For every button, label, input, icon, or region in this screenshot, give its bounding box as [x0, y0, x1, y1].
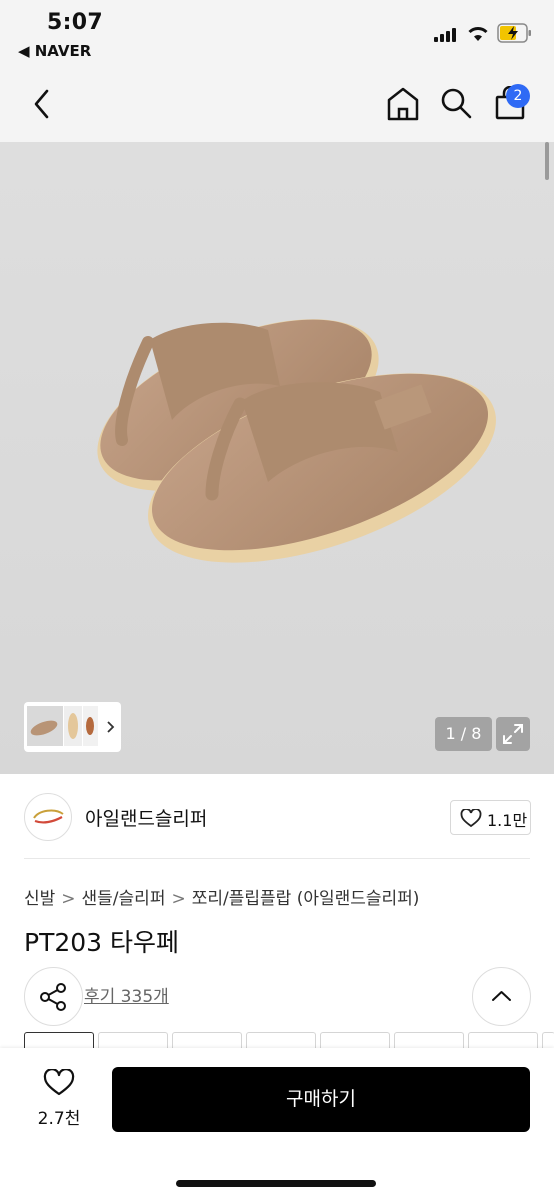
scroll-up-button[interactable] [472, 967, 531, 1026]
breadcrumb-item-flipflops[interactable]: 쪼리/플립플랍 (아일랜드슬리퍼) [192, 889, 420, 909]
expand-icon [503, 724, 523, 744]
buy-button[interactable]: 구매하기 [112, 1067, 530, 1132]
wishlist-count: 2.7천 [37, 1109, 81, 1129]
thumbnail-images [27, 706, 115, 746]
sandals-image [97, 319, 496, 563]
chevron-up-icon [492, 991, 511, 1001]
expand-button[interactable] [496, 717, 530, 751]
breadcrumb-separator: > [171, 889, 186, 909]
breadcrumb: 신발 > 샌들/슬리퍼 > 쪼리/플립플랍 (아일랜드슬리퍼) [24, 884, 419, 909]
status-time: 5:07 [47, 10, 103, 35]
share-button[interactable] [24, 967, 83, 1026]
product-image[interactable] [0, 142, 554, 774]
section-divider [24, 858, 530, 859]
image-counter: 1 / 8 [435, 717, 492, 751]
page-scrollbar[interactable] [545, 142, 549, 180]
cart-count-badge: 2 [506, 84, 530, 108]
brand-logo[interactable] [24, 793, 72, 841]
reviews-link[interactable]: 후기 335개 [84, 982, 169, 1007]
brand-name[interactable]: 아일랜드슬리퍼 [85, 804, 207, 831]
battery-charging-icon [497, 23, 531, 43]
heart-icon [460, 809, 482, 828]
brand-like-count: 1.1만 [487, 811, 528, 830]
back-arrow-icon[interactable] [28, 88, 56, 120]
home-indicator[interactable] [176, 1180, 376, 1187]
product-title: PT203 타우페 [24, 928, 180, 957]
wifi-icon [468, 27, 488, 41]
wishlist-heart-icon[interactable] [43, 1069, 75, 1097]
search-icon[interactable] [440, 87, 472, 119]
brand-like-button[interactable]: 1.1만 [450, 800, 531, 835]
breadcrumb-separator: > [61, 889, 76, 909]
breadcrumb-item-shoes[interactable]: 신발 [24, 889, 55, 909]
brand-logo-graphic [33, 809, 64, 824]
back-to-app-link[interactable]: ◀ NAVER [18, 42, 91, 60]
image-thumbnail-strip[interactable] [24, 702, 121, 752]
share-icon [40, 983, 66, 1011]
home-icon[interactable] [386, 86, 420, 122]
cellular-signal-icon [434, 28, 456, 42]
breadcrumb-item-sandals[interactable]: 샌들/슬리퍼 [82, 889, 166, 909]
